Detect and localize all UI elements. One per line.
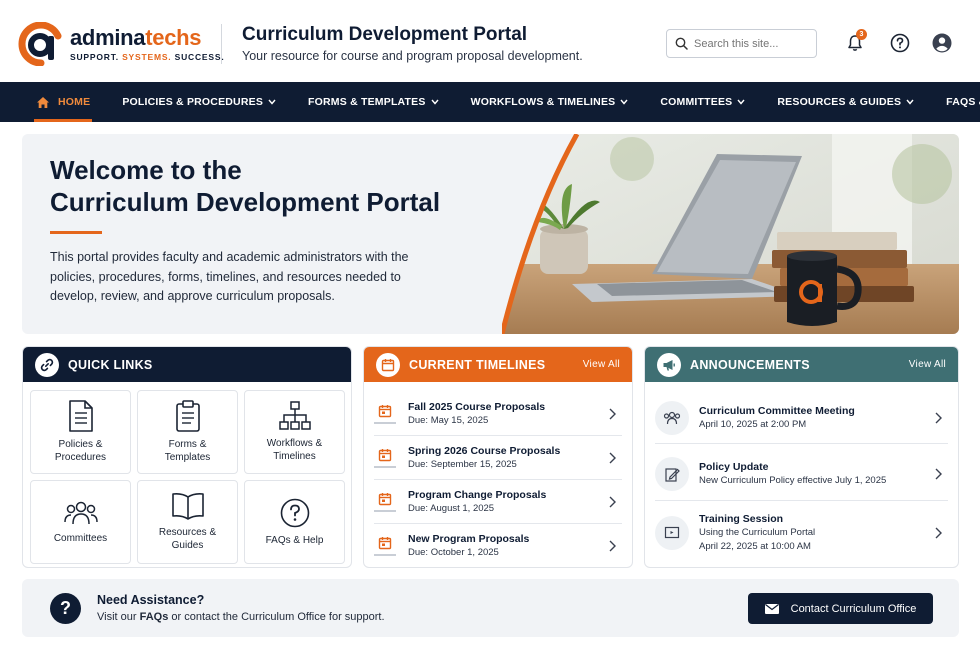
timelines-card: CURRENT TIMELINES View All Fall 2025 Cou…: [363, 346, 633, 568]
chevron-right-icon: [609, 408, 616, 419]
quick-link-committees[interactable]: Committees: [30, 480, 131, 564]
calendar-icon: [378, 492, 392, 505]
people-icon: [63, 501, 98, 524]
document-icon: [68, 400, 93, 432]
announcements-header: ANNOUNCEMENTS View All: [645, 347, 958, 382]
link-icon: [35, 352, 59, 377]
logo-mark-icon: [18, 21, 64, 67]
announcement-item[interactable]: Training Session Using the Curriculum Por…: [655, 502, 948, 564]
chevron-down-icon: [620, 99, 628, 105]
nav-resources-guides[interactable]: RESOURCES & GUIDES: [767, 82, 924, 122]
notification-badge: 3: [856, 29, 867, 40]
quick-link-faqs-help[interactable]: FAQs & Help: [244, 480, 345, 564]
envelope-icon: [764, 603, 779, 614]
timeline-item[interactable]: Program Change Proposals Due: August 1, 2…: [374, 480, 622, 524]
header-divider: [221, 24, 222, 64]
chevron-down-icon: [906, 99, 914, 105]
timelines-view-all-link[interactable]: View All: [583, 359, 620, 370]
quick-link-resources-guides[interactable]: Resources & Guides: [137, 480, 238, 564]
quick-links-header: QUICK LINKS: [23, 347, 351, 382]
timeline-item[interactable]: Spring 2026 Course Proposals Due: Septemb…: [374, 436, 622, 480]
document-edit-icon: [665, 467, 680, 482]
announcements-view-all-link[interactable]: View All: [909, 359, 946, 370]
announcement-item[interactable]: Policy Update New Curriculum Policy effec…: [655, 447, 948, 501]
user-account-icon: [932, 33, 952, 53]
account-button[interactable]: [931, 32, 953, 54]
nav-home[interactable]: HOME: [26, 82, 100, 122]
faqs-link[interactable]: FAQs: [140, 611, 169, 623]
help-circle-icon: [890, 33, 910, 53]
people-icon: [663, 411, 681, 424]
nav-workflows-timelines[interactable]: WORKFLOWS & TIMELINES: [461, 82, 639, 122]
assistance-text: Visit our FAQs or contact the Curriculum…: [97, 611, 385, 623]
nav-faqs-help[interactable]: FAQS & HELP: [936, 82, 980, 122]
search-box[interactable]: [666, 29, 817, 58]
brand-name: adminatechs: [70, 25, 202, 50]
calendar-icon: [376, 352, 400, 377]
portal-subtitle: Your resource for course and program pro…: [242, 49, 583, 63]
chevron-right-icon: [609, 496, 616, 507]
presentation-icon: [664, 526, 680, 539]
quick-link-policies-procedures[interactable]: Policies & Procedures: [30, 390, 131, 474]
hero-title: Welcome to the Curriculum Development Po…: [50, 155, 441, 217]
question-icon: [280, 498, 309, 527]
question-icon: ?: [50, 593, 81, 624]
search-icon: [675, 37, 688, 50]
brand-tagline: SUPPORT. SYSTEMS. SUCCESS.: [70, 52, 225, 62]
help-button[interactable]: [889, 32, 911, 54]
hero-banner: Welcome to the Curriculum Development Po…: [22, 134, 959, 334]
hero-accent-rule: [50, 231, 102, 234]
site-header: adminatechs SUPPORT. SYSTEMS. SUCCESS. C…: [0, 0, 980, 82]
calendar-icon: [378, 537, 392, 550]
announcements-card: ANNOUNCEMENTS View All Curriculum Commit…: [644, 346, 959, 568]
nav-committees[interactable]: COMMITTEES: [650, 82, 755, 122]
calendar-icon: [378, 448, 392, 461]
contact-curriculum-office-button[interactable]: Contact Curriculum Office: [748, 593, 933, 624]
megaphone-icon: [657, 352, 681, 377]
chevron-right-icon: [935, 412, 942, 423]
quick-link-workflows-timelines[interactable]: Workflows & Timelines: [244, 390, 345, 474]
nav-forms-templates[interactable]: FORMS & TEMPLATES: [298, 82, 449, 122]
timeline-item[interactable]: New Program Proposals Due: October 1, 202…: [374, 524, 622, 567]
hero-laptop-image: [502, 134, 959, 334]
announcement-item[interactable]: Curriculum Committee Meeting April 10, 20…: [655, 392, 948, 444]
chevron-down-icon: [737, 99, 745, 105]
chevron-right-icon: [609, 540, 616, 552]
chevron-right-icon: [609, 452, 616, 463]
nav-policies-procedures[interactable]: POLICIES & PROCEDURES: [112, 82, 286, 122]
quick-links-card: QUICK LINKS Policies & Procedures Forms &…: [22, 346, 352, 568]
chevron-right-icon: [935, 527, 942, 539]
home-icon: [37, 96, 49, 108]
timelines-header: CURRENT TIMELINES View All: [364, 347, 632, 382]
clipboard-icon: [175, 400, 200, 432]
chevron-right-icon: [935, 468, 942, 479]
assistance-bar: ? Need Assistance? Visit our FAQs or con…: [22, 579, 959, 637]
assistance-title: Need Assistance?: [97, 593, 205, 607]
chevron-down-icon: [268, 99, 276, 105]
timeline-item[interactable]: Fall 2025 Course Proposals Due: May 15, 2…: [374, 392, 622, 436]
quick-link-forms-templates[interactable]: Forms & Templates: [137, 390, 238, 474]
calendar-icon: [378, 404, 392, 417]
search-input[interactable]: [694, 37, 804, 50]
org-chart-icon: [278, 401, 311, 430]
portal-title: Curriculum Development Portal: [242, 24, 528, 45]
brand-logo[interactable]: adminatechs SUPPORT. SYSTEMS. SUCCESS.: [18, 21, 225, 67]
book-icon: [171, 493, 204, 520]
quick-links-grid: Policies & Procedures Forms & Templates Wo…: [30, 390, 346, 564]
hero-description: This portal provides faculty and academi…: [50, 250, 409, 303]
main-nav: HOME POLICIES & PROCEDURES FORMS & TEMPL…: [0, 82, 980, 122]
chevron-down-icon: [431, 99, 439, 105]
notifications-button[interactable]: 3: [844, 29, 867, 54]
